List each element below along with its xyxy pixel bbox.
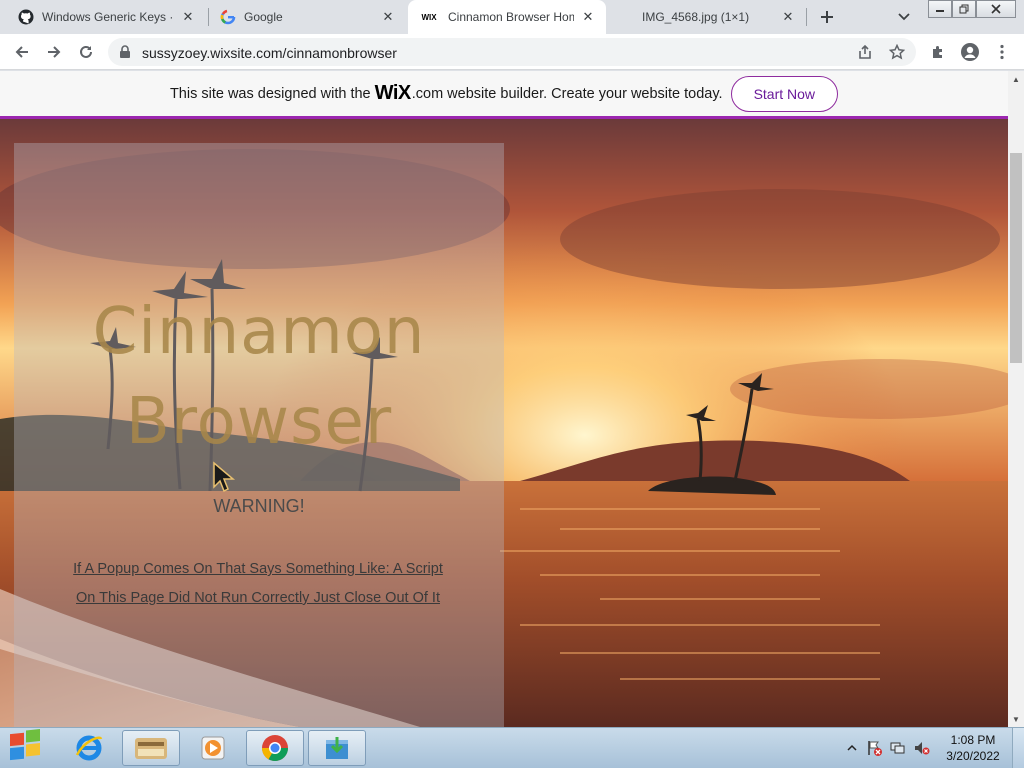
close-tab-icon[interactable]: ✕: [580, 9, 596, 25]
bookmark-star-icon[interactable]: [888, 43, 906, 61]
puzzle-icon: [933, 46, 942, 58]
tab-title: Google: [244, 10, 283, 24]
tab-title: IMG_4568.jpg (1×1): [642, 10, 750, 24]
tab-separator: [208, 8, 209, 26]
minimize-button[interactable]: [928, 0, 952, 18]
scroll-up-icon[interactable]: ▲: [1008, 71, 1024, 87]
wix-banner-prefix: This site was designed with the: [169, 85, 371, 102]
windows-taskbar: 1:08 PM 3/20/2022: [0, 727, 1024, 768]
hero-section: Cinnamon Browser WARNING! If A Popup Com…: [0, 119, 1008, 727]
github-icon: [18, 9, 34, 25]
wix-icon: WIX: [421, 12, 437, 22]
popup-note-link[interactable]: If A Popup Comes On That Says Something …: [40, 555, 476, 613]
show-hidden-icons-chevron-icon[interactable]: [844, 740, 860, 756]
popup-note-line-2[interactable]: On This Page Did Not Run Correctly Just …: [40, 584, 476, 613]
tab-title: Windows Generic Keys · Gi: [42, 10, 174, 24]
address-bar[interactable]: sussyzoey.wixsite.com/cinnamonbrowser: [108, 38, 916, 66]
media-player-icon[interactable]: [184, 730, 242, 766]
image-icon: [618, 9, 634, 25]
hero-title-line-1: Cinnamon: [92, 295, 426, 369]
reload-button[interactable]: [72, 38, 100, 66]
chrome-icon[interactable]: [246, 730, 304, 766]
tab-github[interactable]: Windows Generic Keys · Gi ✕: [8, 0, 206, 34]
browser-toolbar: sussyzoey.wixsite.com/cinnamonbrowser: [0, 34, 1024, 70]
page-scrollbar[interactable]: ▲ ▼: [1008, 71, 1024, 727]
close-tab-icon[interactable]: ✕: [180, 9, 196, 25]
start-now-button[interactable]: Start Now: [730, 75, 839, 112]
kebab-menu-icon: [1000, 44, 1004, 60]
scrollbar-thumb[interactable]: [1010, 153, 1022, 363]
wix-banner: This site was designed with the WiX .com…: [0, 71, 1008, 119]
lock-icon[interactable]: [118, 45, 132, 59]
volume-muted-icon[interactable]: [914, 740, 930, 756]
new-tab-button[interactable]: [814, 5, 840, 29]
back-arrow-icon: [15, 46, 28, 58]
share-icon[interactable]: [856, 43, 874, 61]
tab-google[interactable]: Google ✕: [210, 0, 406, 34]
tab-search-chevron-icon[interactable]: [894, 8, 914, 26]
clock-time: 1:08 PM: [950, 733, 996, 747]
internet-explorer-icon[interactable]: [60, 730, 118, 766]
reload-icon: [80, 45, 92, 58]
network-icon[interactable]: [890, 740, 906, 756]
restore-button[interactable]: [952, 0, 976, 18]
tab-cinnamon-browser[interactable]: WIX Cinnamon Browser Home ✕: [408, 0, 606, 34]
close-tab-icon[interactable]: ✕: [780, 9, 796, 25]
page-viewport: This site was designed with the WiX .com…: [0, 71, 1024, 727]
show-desktop-button[interactable]: [1012, 728, 1024, 768]
extensions-button[interactable]: [924, 38, 952, 66]
url-text[interactable]: sussyzoey.wixsite.com/cinnamonbrowser: [142, 45, 397, 61]
wix-banner-text: This site was designed with the WiX .com…: [169, 75, 839, 112]
forward-button[interactable]: [40, 38, 68, 66]
wix-banner-suffix: .com website builder. Create your websit…: [411, 85, 723, 102]
warning-heading: WARNING!: [213, 496, 305, 516]
avatar-icon: [961, 43, 979, 61]
close-tab-icon[interactable]: ✕: [380, 9, 396, 25]
close-window-button[interactable]: [976, 0, 1016, 18]
system-clock[interactable]: 1:08 PM 3/20/2022: [940, 732, 1006, 764]
clock-date: 3/20/2022: [946, 749, 1000, 763]
tab-strip: Windows Generic Keys · Gi ✕ Google ✕ WIX…: [0, 0, 1024, 34]
tab-image[interactable]: IMG_4568.jpg (1×1) ✕: [608, 0, 806, 34]
scroll-down-icon[interactable]: ▼: [1008, 711, 1024, 727]
popup-note-line-1[interactable]: If A Popup Comes On That Says Something …: [40, 555, 476, 584]
back-button[interactable]: [8, 38, 36, 66]
menu-button[interactable]: [988, 38, 1016, 66]
action-center-flag-icon[interactable]: [866, 740, 882, 756]
profile-button[interactable]: [956, 38, 984, 66]
hero-title: Cinnamon Browser: [14, 287, 504, 467]
wix-logo[interactable]: WiX: [375, 82, 412, 105]
installer-icon[interactable]: [308, 730, 366, 766]
start-button[interactable]: [2, 729, 52, 767]
tab-separator: [806, 8, 807, 26]
forward-arrow-icon: [48, 46, 61, 58]
file-explorer-icon[interactable]: [122, 730, 180, 766]
tab-title: Cinnamon Browser Home: [448, 10, 574, 24]
google-icon: [220, 9, 236, 25]
hero-title-line-2: Browser: [125, 385, 393, 459]
mouse-cursor-icon: [213, 461, 236, 493]
